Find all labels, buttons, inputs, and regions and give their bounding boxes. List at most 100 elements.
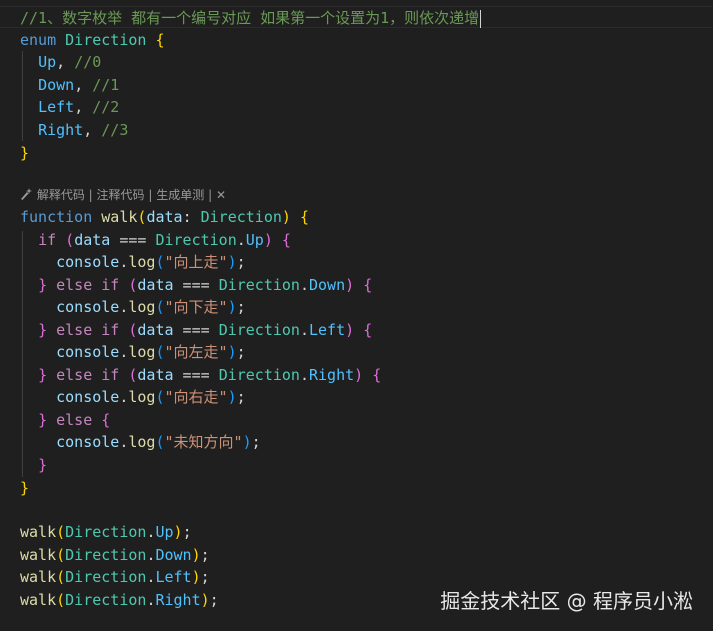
console-object: console	[56, 298, 120, 316]
code-line[interactable]: }	[20, 477, 29, 499]
code-line[interactable]: } else if (data === Direction.Down) {	[20, 274, 372, 296]
paren: )	[345, 276, 355, 294]
console-object: console	[56, 433, 120, 451]
if-keyword: if	[101, 321, 120, 339]
generate-unit-test-link[interactable]: 生成单测	[156, 188, 204, 202]
else-keyword: else	[56, 276, 93, 294]
code-line[interactable]: } else if (data === Direction.Left) {	[20, 319, 372, 341]
paren: )	[200, 591, 210, 609]
enum-member: Up	[38, 53, 57, 71]
code-line[interactable]: //1、数字枚举 都有一个编号对应 如果第一个设置为1，则依次递增	[0, 6, 713, 28]
separator: |	[148, 188, 153, 202]
code-line[interactable]: walk(Direction.Down);	[20, 544, 210, 566]
comment-text: //0	[74, 53, 102, 71]
if-keyword: if	[101, 276, 120, 294]
string-literal: "向上走"	[164, 253, 228, 271]
code-line[interactable]: Down, //1	[20, 74, 119, 96]
enum-reference: Direction	[218, 321, 300, 339]
code-line[interactable]: } else {	[20, 409, 110, 431]
if-keyword: if	[38, 231, 57, 249]
brace: {	[281, 231, 291, 249]
paren: (	[155, 433, 165, 451]
enum-name: Direction	[65, 31, 147, 49]
enum-reference: Direction	[218, 276, 300, 294]
console-object: console	[56, 253, 120, 271]
brace: {	[363, 321, 373, 339]
enum-member: Left	[155, 568, 192, 586]
paren: )	[227, 298, 237, 316]
function-call: walk	[20, 591, 57, 609]
code-line[interactable]: } else if (data === Direction.Right) {	[20, 364, 381, 386]
code-line[interactable]: console.log("向右走");	[20, 386, 246, 408]
code-line[interactable]: console.log("向上走");	[20, 251, 246, 273]
paren: (	[56, 546, 66, 564]
paren: (	[65, 231, 75, 249]
code-line[interactable]: console.log("向下走");	[20, 296, 246, 318]
code-line[interactable]: }	[20, 454, 47, 476]
variable: data	[137, 366, 174, 384]
paren: (	[56, 568, 66, 586]
log-method: log	[128, 298, 156, 316]
code-line[interactable]: }	[20, 142, 29, 164]
paren: )	[354, 366, 364, 384]
code-line[interactable]: walk(Direction.Left);	[20, 566, 210, 588]
watermark: 掘金技术社区 @ 程序员小淞	[440, 589, 693, 613]
brace: {	[363, 276, 373, 294]
string-literal: "未知方向"	[164, 433, 243, 451]
string-literal: "向左走"	[164, 343, 228, 361]
separator: |	[208, 188, 213, 202]
code-line[interactable]: walk(Direction.Up);	[20, 521, 192, 543]
variable: data	[137, 276, 174, 294]
comment-code-link[interactable]: 注释代码	[97, 188, 145, 202]
enum-member: Down	[38, 76, 75, 94]
code-line[interactable]: console.log("未知方向");	[20, 431, 261, 453]
enum-keyword: enum	[20, 31, 57, 49]
paren: )	[227, 388, 237, 406]
if-keyword: if	[101, 366, 120, 384]
code-line[interactable]: enum Direction {	[20, 29, 165, 51]
paren: )	[345, 321, 355, 339]
else-keyword: else	[56, 366, 93, 384]
brace: {	[155, 31, 165, 49]
param-type: Direction	[200, 208, 282, 226]
log-method: log	[128, 253, 156, 271]
variable: data	[137, 321, 174, 339]
code-line[interactable]: Up, //0	[20, 51, 101, 73]
enum-member: Left	[309, 321, 346, 339]
explain-code-link[interactable]: 解释代码	[37, 188, 85, 202]
log-method: log	[128, 343, 156, 361]
code-line[interactable]: walk(Direction.Right);	[20, 589, 219, 611]
code-line[interactable]: console.log("向左走");	[20, 341, 246, 363]
paren: (	[155, 343, 165, 361]
enum-member: Up	[155, 523, 174, 541]
enum-member: Right	[155, 591, 201, 609]
enum-reference: Direction	[155, 231, 237, 249]
function-keyword: function	[20, 208, 93, 226]
function-name: walk	[101, 208, 138, 226]
enum-reference: Direction	[65, 591, 147, 609]
paren: )	[242, 433, 252, 451]
console-object: console	[56, 388, 120, 406]
paren: (	[155, 298, 165, 316]
paren: (	[155, 388, 165, 406]
variable: data	[74, 231, 111, 249]
code-line[interactable]: Left, //2	[20, 96, 119, 118]
string-literal: "向右走"	[164, 388, 228, 406]
code-editor[interactable]: //1、数字枚举 都有一个编号对应 如果第一个设置为1，则依次递增 enum D…	[0, 0, 713, 631]
paren: (	[56, 591, 66, 609]
enum-reference: Direction	[65, 546, 147, 564]
close-icon[interactable]: ✕	[216, 188, 226, 202]
code-line[interactable]: Right, //3	[20, 119, 128, 141]
function-call: walk	[20, 568, 57, 586]
code-line[interactable]: if (data === Direction.Up) {	[20, 229, 291, 251]
text-cursor	[480, 9, 482, 28]
enum-member: Left	[38, 98, 75, 116]
brace: }	[20, 479, 30, 497]
codelens-bar: 解释代码 | 注释代码 | 生成单测 | ✕	[20, 185, 226, 205]
enum-member: Right	[38, 121, 84, 139]
paren: )	[191, 546, 201, 564]
function-call: walk	[20, 546, 57, 564]
enum-member: Right	[309, 366, 355, 384]
brace: }	[38, 411, 48, 429]
code-line[interactable]: function walk(data: Direction) {	[20, 206, 309, 228]
